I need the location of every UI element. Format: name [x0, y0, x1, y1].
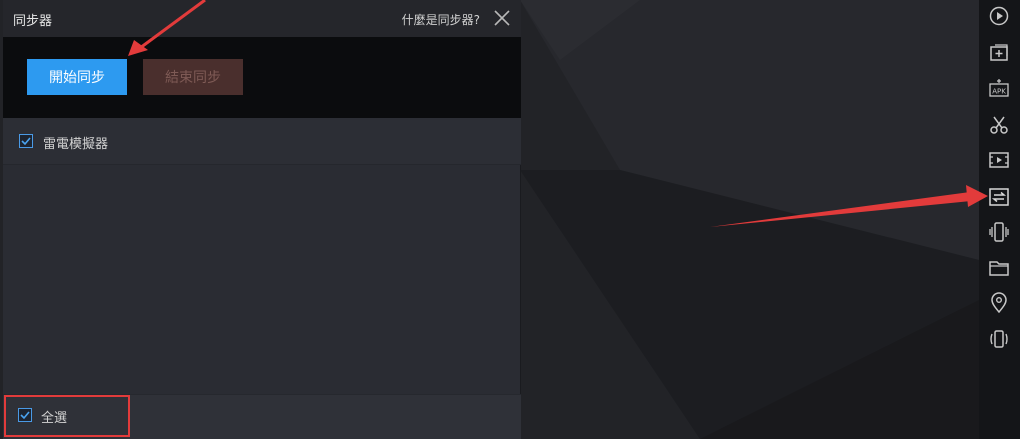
stop-sync-button[interactable]: 結束同步 [143, 59, 243, 95]
dialog-header: 同步器 什麼是同步器? [3, 0, 521, 37]
close-icon[interactable] [493, 9, 511, 27]
emulator-name: 雷電模擬器 [43, 137, 109, 152]
shake-icon[interactable] [987, 220, 1011, 244]
right-toolbar: APK [979, 0, 1020, 439]
dialog-title: 同步器 [13, 14, 53, 29]
action-bar: 開始同步 結束同步 [3, 37, 521, 118]
annotation-highlight-box [4, 395, 130, 437]
help-link[interactable]: 什麼是同步器? [402, 11, 480, 28]
sync-icon[interactable] [987, 185, 1011, 209]
video-record-icon[interactable] [987, 148, 1011, 172]
emulator-checkbox[interactable] [19, 134, 33, 148]
checkmark-icon [21, 137, 31, 146]
emulator-list-item[interactable]: 雷電模擬器 [3, 118, 521, 165]
sync-dialog: 同步器 什麼是同步器? 開始同步 結束同步 雷電模擬器 全選 [3, 0, 521, 439]
start-sync-button[interactable]: 開始同步 [27, 59, 127, 95]
folder-icon[interactable] [987, 256, 1011, 280]
apk-install-icon[interactable]: APK [987, 77, 1011, 101]
play-circle-icon[interactable] [987, 4, 1011, 28]
rotate-screen-icon[interactable] [987, 327, 1011, 351]
location-pin-icon[interactable] [987, 291, 1011, 315]
apk-icon-text: APK [992, 88, 1006, 96]
scissors-icon[interactable] [987, 113, 1011, 137]
add-window-icon[interactable] [987, 41, 1011, 65]
